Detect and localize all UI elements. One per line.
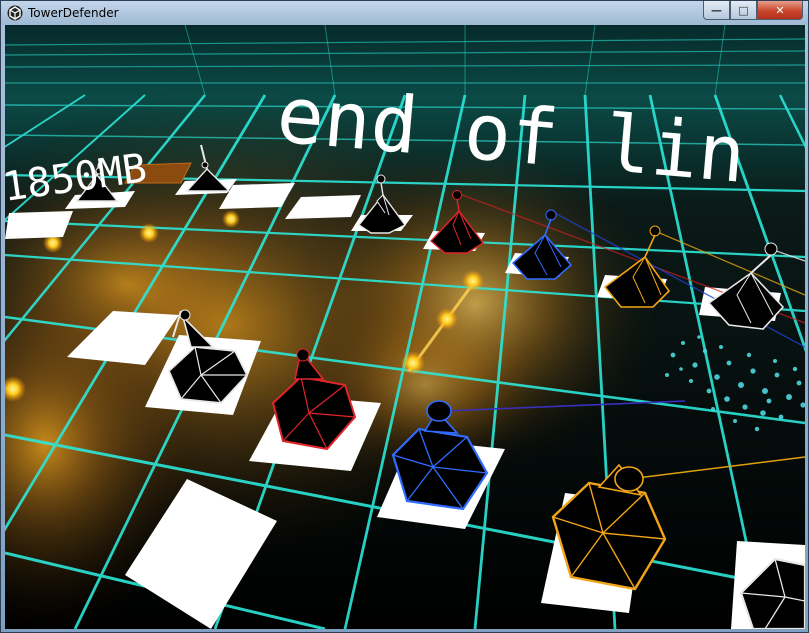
close-button[interactable]: ✕	[757, 1, 803, 20]
maximize-icon: □	[738, 3, 749, 17]
unity-logo-icon	[7, 5, 23, 21]
game-scene: 1850MB end of lin	[5, 25, 805, 629]
game-window: TowerDefender — □ ✕ 1850MB end of lin	[0, 0, 809, 633]
minimize-button[interactable]: —	[703, 1, 730, 20]
window-title: TowerDefender	[28, 6, 119, 20]
close-icon: ✕	[775, 3, 785, 17]
build-slot[interactable]	[5, 211, 73, 239]
game-viewport[interactable]: 1850MB end of lin	[5, 25, 805, 629]
minimize-icon: —	[711, 3, 722, 17]
maximize-button[interactable]: □	[730, 1, 757, 20]
title-bar[interactable]: TowerDefender	[1, 1, 808, 25]
